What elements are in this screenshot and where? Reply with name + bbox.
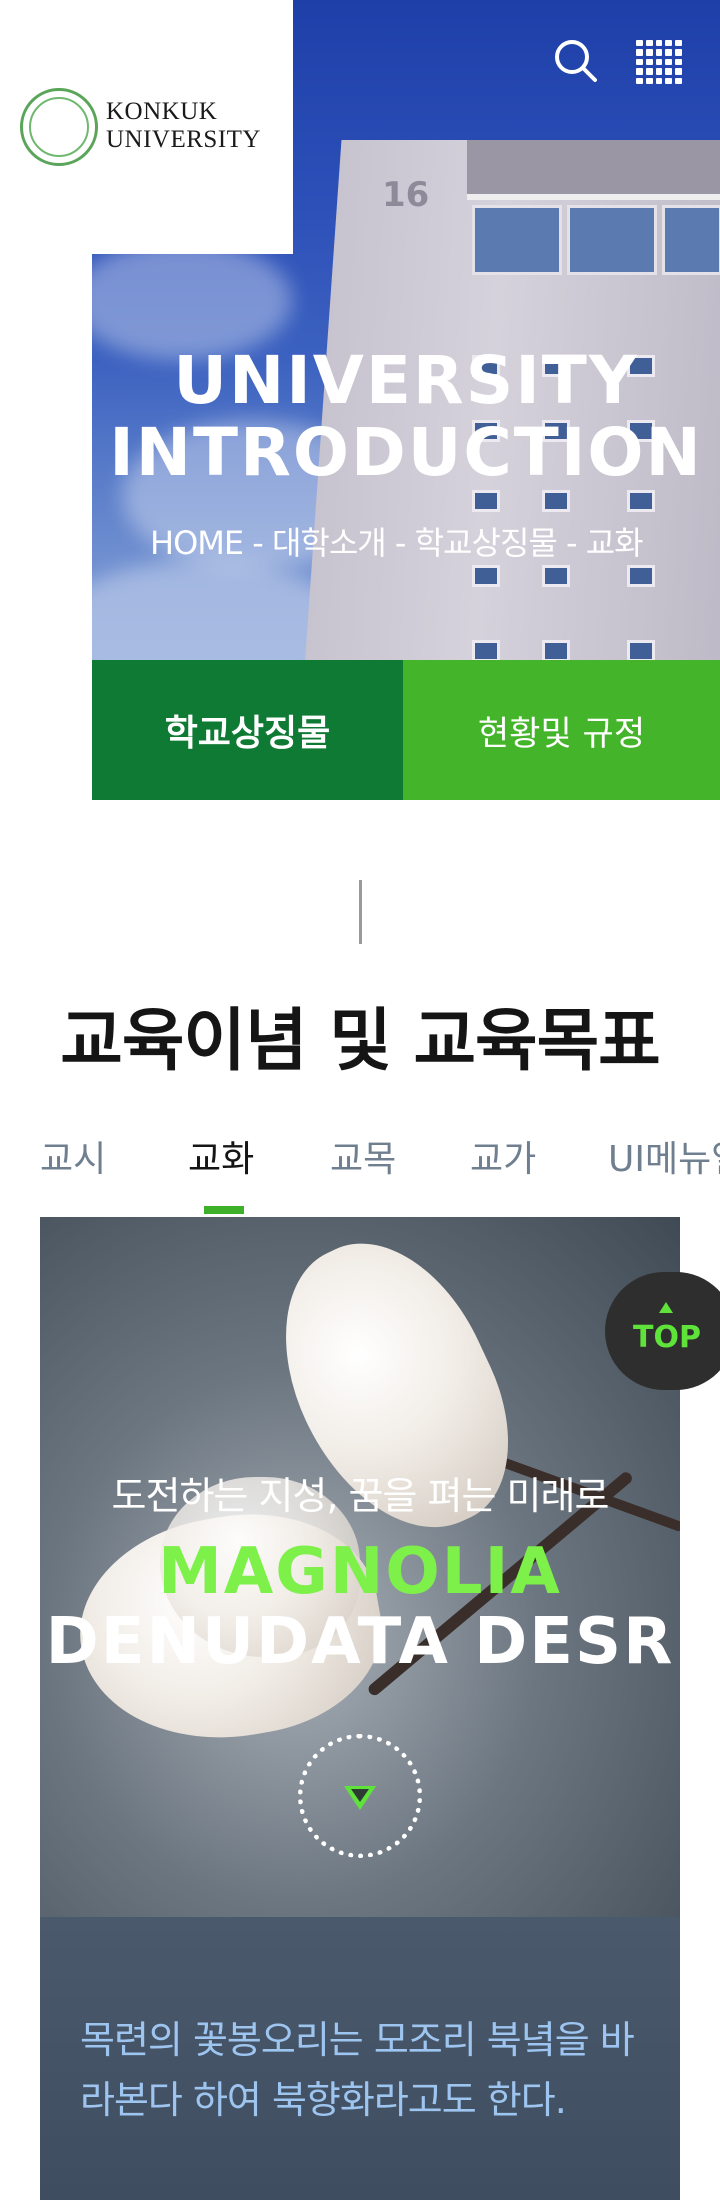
hero-title-line2: INTRODUCTION bbox=[109, 414, 703, 491]
hero-title-line1: UNIVERSITY bbox=[173, 342, 639, 419]
top-button-label: TOP bbox=[633, 1320, 701, 1355]
caption-text: 목련의 꽃봉오리는 모조리 북녘을 바라본다 하여 북향화라고도 한다. bbox=[80, 2018, 635, 2122]
tab-school-song[interactable]: 교가 bbox=[470, 1130, 536, 1182]
logo[interactable]: KONKUK UNIVERSITY bbox=[0, 0, 293, 254]
hero-title: UNIVERSITY INTRODUCTION bbox=[92, 345, 720, 489]
tab-ui-manual[interactable]: UI메뉴얼 bbox=[608, 1130, 720, 1182]
tab-school-symbols[interactable]: 학교상징물 bbox=[92, 660, 403, 800]
feature-title-line1: MAGNOLIA bbox=[158, 1535, 562, 1609]
section-divider bbox=[359, 880, 362, 944]
tab-school-tree[interactable]: 교목 bbox=[330, 1130, 396, 1182]
logo-line2: UNIVERSITY bbox=[106, 126, 261, 153]
hero-section: 16 KONKUK UNIVERSITY UNIVERSITY INTRODUC… bbox=[0, 0, 720, 800]
scroll-top-button[interactable]: TOP bbox=[605, 1272, 720, 1390]
feature-kicker: 도전하는 지성, 꿈을 펴는 미래로 bbox=[111, 1474, 610, 1518]
search-icon[interactable] bbox=[553, 38, 597, 82]
sub-tab-bar: 교시 교화 교목 교가 UI메뉴얼 bbox=[0, 1130, 720, 1210]
tab-motto[interactable]: 교시 bbox=[40, 1130, 106, 1182]
tab-status-regulations[interactable]: 현황및 규정 bbox=[403, 660, 720, 800]
feature-title-line2: DENUDATA DESR bbox=[45, 1605, 675, 1679]
building-number: 16 bbox=[382, 175, 430, 215]
apps-grid-icon[interactable] bbox=[636, 40, 682, 84]
logo-line1: KONKUK bbox=[106, 98, 218, 125]
logo-text: KONKUK UNIVERSITY bbox=[106, 98, 261, 154]
university-seal-icon bbox=[20, 88, 98, 166]
tab-school-flower[interactable]: 교화 bbox=[188, 1130, 254, 1182]
active-tab-indicator bbox=[204, 1206, 244, 1214]
breadcrumb: HOME - 대학소개 - 학교상징물 - 교화 bbox=[150, 524, 644, 562]
section-title: 교육이념 및 교육목표 bbox=[60, 1002, 660, 1081]
arrow-up-icon bbox=[659, 1302, 673, 1313]
